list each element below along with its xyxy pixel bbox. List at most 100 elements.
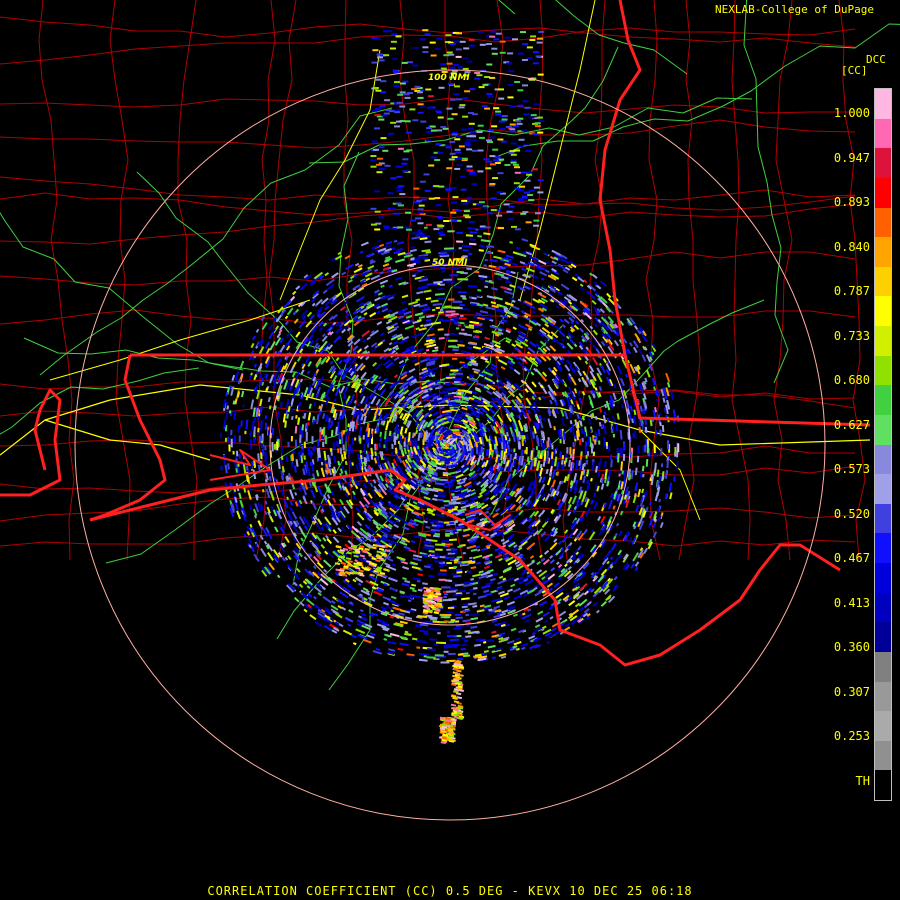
echo-gate — [346, 583, 356, 591]
echo-gate — [339, 498, 345, 506]
echo-gate — [481, 547, 488, 552]
echo-gate — [600, 280, 607, 288]
echo-gate — [470, 548, 478, 552]
echo-gate — [386, 460, 392, 469]
echo-gate — [470, 464, 476, 470]
echo-gate — [498, 590, 505, 595]
echo-gate — [391, 247, 396, 250]
echo-gate — [322, 537, 327, 542]
echo-gate — [526, 456, 530, 463]
echo-gate — [399, 540, 408, 546]
echo-gate — [355, 464, 360, 474]
echo-gate — [406, 454, 410, 460]
echo-gate — [653, 386, 657, 391]
echo-gate — [509, 646, 513, 650]
echo-gate — [362, 587, 369, 592]
echo-gate — [549, 616, 554, 620]
echo-gate — [425, 318, 432, 322]
echo-gate — [383, 562, 391, 567]
echo-gate — [484, 557, 490, 561]
echo-gate — [483, 650, 489, 653]
echo-gate — [592, 306, 598, 312]
echo-gate — [549, 399, 553, 405]
echo-gate — [253, 416, 257, 423]
echo-gate — [475, 545, 481, 549]
echo-gate — [538, 476, 543, 483]
echo-gate — [569, 480, 573, 486]
echo-gate — [310, 392, 315, 399]
echo-gate — [623, 534, 629, 541]
echo-gate — [578, 598, 588, 607]
echo-gate — [320, 544, 326, 549]
echo-gate — [284, 556, 289, 561]
echo-gate — [545, 260, 550, 265]
echo-gate — [604, 549, 613, 560]
echo-gate — [446, 376, 456, 379]
echo-gate — [360, 241, 369, 247]
echo-gate — [403, 310, 412, 316]
echo-gate — [472, 592, 477, 596]
echo-gate — [341, 271, 347, 276]
echo-gate — [495, 355, 500, 359]
echo-gate — [374, 443, 377, 451]
echo-gate — [500, 480, 506, 487]
echo-gate — [285, 410, 289, 416]
echo-gate — [642, 424, 645, 432]
echo-gate — [286, 496, 290, 501]
echo-gate — [295, 331, 301, 338]
echo-gate — [484, 285, 489, 289]
echo-gate — [427, 403, 432, 408]
echo-gate — [600, 424, 604, 429]
echo-gate — [659, 512, 664, 520]
echo-gate — [572, 528, 579, 536]
echo-gate — [583, 462, 586, 467]
echo-gate — [403, 447, 407, 455]
echo-gate — [480, 460, 484, 466]
echo-gate — [242, 404, 245, 408]
echo-gate — [512, 513, 520, 521]
echo-gate — [467, 602, 477, 606]
echo-gate — [335, 356, 340, 362]
echo-gate — [487, 244, 495, 248]
echo-gate — [476, 467, 481, 473]
echo-gate — [534, 590, 543, 597]
echo-gate — [575, 400, 579, 405]
echo-gate — [298, 393, 303, 399]
echo-gate — [434, 532, 441, 536]
echo-gate — [553, 582, 560, 588]
echo-gate — [562, 268, 569, 274]
echo-gate — [495, 272, 505, 277]
echo-gate — [419, 432, 424, 439]
echo-gate — [452, 501, 460, 505]
echo-gate — [556, 499, 562, 506]
echo-gate — [263, 540, 268, 545]
echo-gate — [486, 506, 492, 511]
echo-gate — [399, 642, 409, 647]
echo-gate — [444, 481, 453, 484]
echo-gate — [265, 488, 271, 499]
echo-gate — [344, 312, 351, 318]
echo-gate — [485, 251, 492, 255]
echo-gate — [619, 429, 623, 440]
echo-gate — [364, 503, 370, 509]
echo-gate — [460, 464, 465, 469]
echo-gate — [522, 461, 526, 469]
echo-gate — [445, 416, 450, 419]
echo-gate — [568, 600, 576, 607]
echo-gate — [379, 431, 382, 437]
echo-gate — [432, 411, 439, 417]
echo-gate — [430, 528, 440, 532]
echo-gate — [499, 387, 508, 395]
echo-gate — [314, 620, 323, 628]
echo-gate — [566, 359, 573, 367]
echo-gate — [470, 612, 480, 617]
echo-gate — [362, 338, 367, 344]
echo-gate — [593, 281, 599, 286]
echo-gate — [501, 318, 508, 323]
echo-gate — [382, 420, 386, 426]
echo-gate — [617, 453, 620, 463]
echo-gate — [586, 615, 591, 620]
echo-gate — [417, 229, 422, 232]
echo-gate — [472, 367, 481, 372]
echo-gate — [385, 420, 390, 431]
